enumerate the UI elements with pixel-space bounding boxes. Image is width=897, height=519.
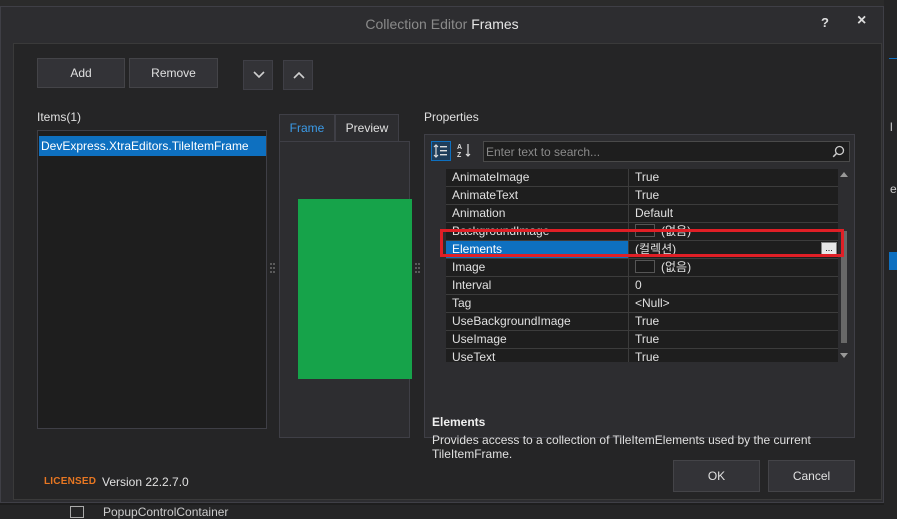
left-splitter-handle[interactable] [270, 263, 276, 277]
property-row[interactable]: AnimateText True [446, 187, 838, 205]
property-grid: AnimateImage True AnimateText True Anima… [446, 169, 838, 362]
image-swatch-icon [635, 260, 655, 273]
svg-text:Z: Z [457, 152, 462, 159]
property-name: UseBackgroundImage [446, 313, 629, 330]
property-name: Animation [446, 205, 629, 222]
property-value[interactable]: True [630, 331, 838, 348]
close-button[interactable]: × [857, 12, 866, 30]
property-value: (없음) [661, 260, 692, 274]
chevron-up-icon [293, 71, 305, 79]
property-name: UseImage [446, 331, 629, 348]
properties-header: Properties [424, 110, 479, 124]
categorized-icon [433, 144, 447, 158]
background-letter: e [890, 182, 897, 196]
property-name: UseText [446, 349, 629, 362]
background-bottom-text: PopupControlContainer [103, 505, 229, 519]
move-down-button[interactable] [243, 60, 273, 90]
property-value[interactable]: True [630, 169, 838, 186]
search-icon [832, 145, 845, 158]
items-list[interactable]: DevExpress.XtraEditors.TileItemFrame [37, 130, 267, 429]
property-row[interactable]: AnimateImage True [446, 169, 838, 187]
search-input[interactable] [486, 143, 816, 160]
chevron-down-icon [253, 71, 265, 79]
property-value[interactable]: <Null> [630, 295, 838, 312]
property-name: Image [446, 259, 629, 276]
window-title: Collection Editor Frames [1, 16, 883, 32]
title-prefix: Collection Editor [365, 16, 468, 32]
ok-button[interactable]: OK [673, 460, 760, 492]
description-text: Provides access to a collection of TileI… [432, 433, 811, 461]
title-main: Frames [471, 16, 519, 32]
cancel-button[interactable]: Cancel [768, 460, 855, 492]
background-app-right-panel: l e [884, 0, 897, 519]
tile-frame-preview [298, 199, 412, 379]
property-name: AnimateImage [446, 169, 629, 186]
background-app-bottom: PopupControlContainer [0, 505, 897, 519]
property-value[interactable]: 0 [630, 277, 838, 294]
property-search-box[interactable] [483, 141, 850, 162]
sort-alphabetical-icon: A Z [457, 144, 471, 159]
categorized-view-button[interactable] [431, 141, 451, 161]
property-value[interactable]: Default [630, 205, 838, 222]
property-value-cell[interactable]: (없음) [630, 259, 838, 276]
property-name: AnimateText [446, 187, 629, 204]
dialog-client-area: Add Remove Items(1) DevExpress.XtraEdito… [13, 43, 882, 500]
property-grid-panel: A Z AnimateImage True AnimateText [424, 134, 855, 461]
description-title: Elements [432, 415, 486, 429]
property-row[interactable]: Image (없음) [446, 259, 838, 277]
property-row[interactable]: UseText True [446, 349, 838, 362]
svg-text:A: A [457, 144, 462, 151]
frame-preview-area [279, 141, 412, 438]
property-name: Tag [446, 295, 629, 312]
items-header: Items(1) [37, 110, 82, 124]
preview-panel: Frame Preview [279, 114, 412, 438]
property-row[interactable]: UseImage True [446, 331, 838, 349]
licensed-badge: LICENSED [44, 476, 97, 487]
property-row[interactable]: Interval 0 [446, 277, 838, 295]
property-row[interactable]: Tag <Null> [446, 295, 838, 313]
scroll-up-arrow-icon[interactable] [840, 172, 848, 177]
list-item[interactable]: DevExpress.XtraEditors.TileItemFrame [39, 136, 266, 156]
add-button[interactable]: Add [37, 58, 125, 88]
property-row[interactable]: Animation Default [446, 205, 838, 223]
property-grid-scrollbar[interactable] [838, 169, 850, 362]
move-up-button[interactable] [283, 60, 313, 90]
annotation-highlight-box [440, 229, 844, 257]
right-splitter-handle[interactable] [415, 263, 421, 277]
alphabetical-view-button[interactable]: A Z [456, 141, 476, 161]
property-value[interactable]: True [630, 313, 838, 330]
remove-button[interactable]: Remove [129, 58, 218, 88]
background-letter: l [890, 120, 893, 134]
scroll-down-arrow-icon[interactable] [840, 353, 848, 358]
background-control-icon [70, 506, 84, 518]
property-value[interactable]: True [630, 349, 838, 362]
property-name: Interval [446, 277, 629, 294]
version-label: Version 22.2.7.0 [102, 475, 189, 489]
property-value[interactable]: True [630, 187, 838, 204]
property-row[interactable]: UseBackgroundImage True [446, 313, 838, 331]
tab-frame[interactable]: Frame [279, 114, 335, 141]
background-accent-line [889, 58, 897, 78]
background-selected-row [889, 252, 897, 270]
tab-preview[interactable]: Preview [335, 114, 399, 141]
title-bar[interactable]: Collection Editor Frames ? × [1, 7, 883, 41]
help-button[interactable]: ? [821, 15, 829, 30]
